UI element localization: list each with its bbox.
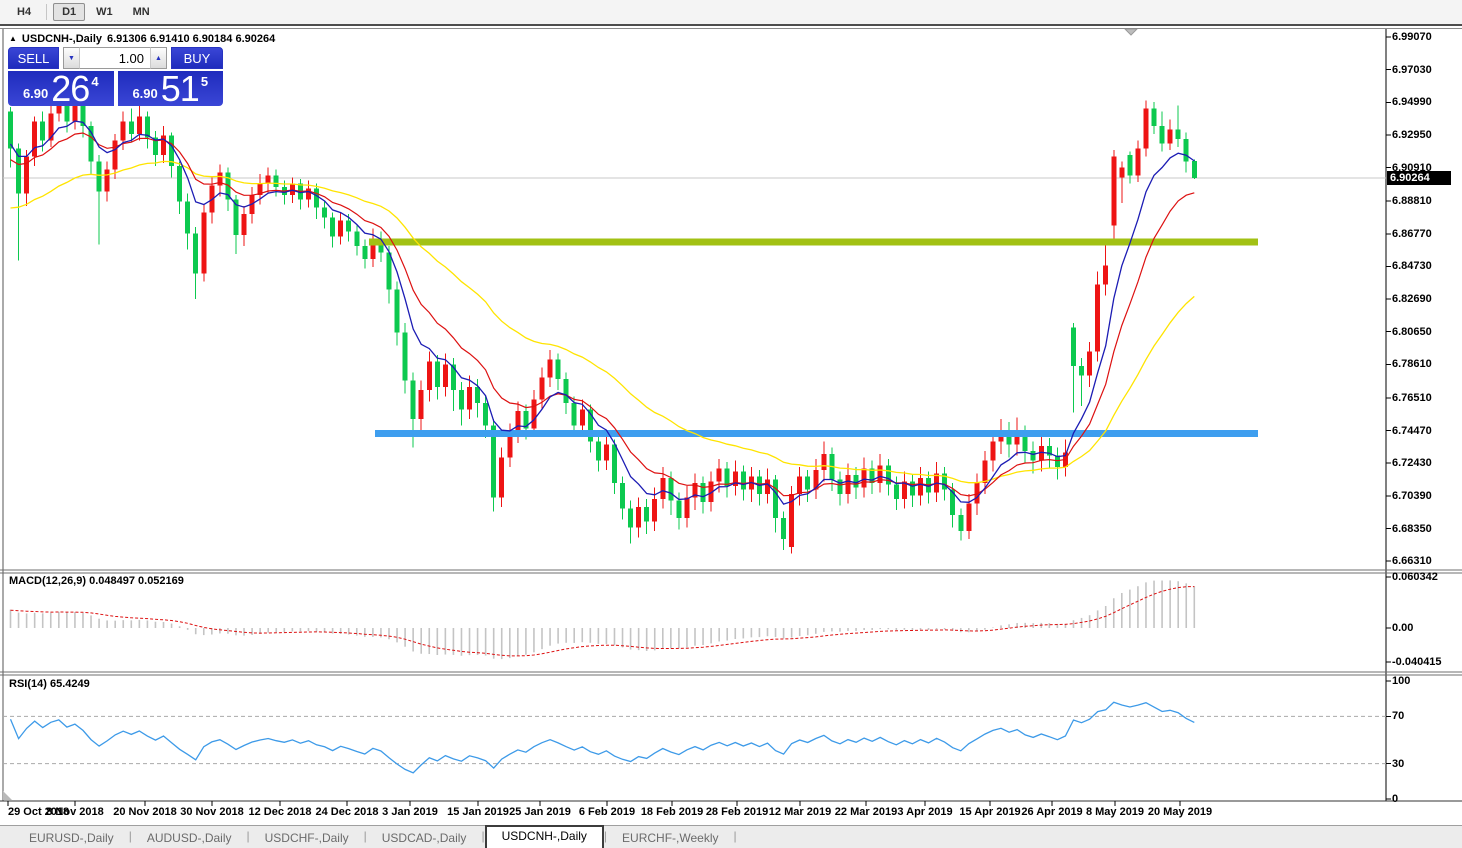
date-axis-label: 24 Dec 2018 bbox=[315, 806, 379, 818]
price-axis-label: 6.99070 bbox=[1392, 31, 1432, 43]
chart-tab-eurchf[interactable]: EURCHF-,Weekly bbox=[607, 828, 733, 848]
chart-tabs-bar: EURUSD-,Daily | AUDUSD-,Daily | USDCHF-,Dail… bbox=[0, 825, 1462, 848]
current-price-tag: 6.90264 bbox=[1387, 171, 1451, 185]
one-click-trading-panel: SELL ▼ ▲ BUY 6.90 26 4 6.90 51 5 bbox=[8, 47, 223, 109]
lot-decrease-button[interactable]: ▼ bbox=[63, 47, 79, 69]
chart-tab-audusd[interactable]: AUDUSD-,Daily bbox=[132, 828, 247, 848]
chart-tab-usdcad[interactable]: USDCAD-,Daily bbox=[367, 828, 482, 848]
price-axis-label: 6.94990 bbox=[1392, 96, 1432, 109]
price-axis-label: 6.70390 bbox=[1392, 489, 1432, 502]
macd-axis-label: -0.040415 bbox=[1392, 656, 1442, 669]
timeframe-button-h4[interactable]: H4 bbox=[8, 3, 40, 21]
date-axis-label: 25 Jan 2019 bbox=[509, 806, 571, 818]
macd-indicator bbox=[9, 580, 1196, 660]
toolbar-divider bbox=[46, 4, 48, 20]
macd-axis-label: 0.060342 bbox=[1392, 571, 1438, 583]
hline-resistance[interactable] bbox=[369, 238, 1258, 246]
ask-price-pip: 5 bbox=[200, 74, 209, 89]
chart-title: ▲ USDCNH-,Daily 6.91306 6.91410 6.90184 … bbox=[9, 33, 275, 45]
bid-price-big: 26 bbox=[51, 68, 90, 109]
buy-button[interactable]: BUY bbox=[171, 47, 223, 69]
bid-price-pip: 4 bbox=[91, 74, 99, 89]
date-axis-label: 26 Apr 2019 bbox=[1021, 806, 1083, 818]
price-axis-label: 6.78610 bbox=[1392, 358, 1432, 371]
date-axis-label: 8 Nov 2018 bbox=[46, 806, 104, 818]
price-axis-label: 6.80650 bbox=[1392, 325, 1432, 338]
axis-ticks bbox=[7, 36, 1391, 806]
sell-button[interactable]: SELL bbox=[8, 47, 59, 69]
mt4-platform: { "toolbar": { "timeframes": [ {"label":… bbox=[0, 0, 1462, 848]
subwindow-resize-grip-icon[interactable] bbox=[3, 791, 12, 800]
date-axis-label: 3 Jan 2019 bbox=[382, 806, 438, 818]
rsi-axis-label: 0 bbox=[1392, 793, 1399, 805]
chart-canvas bbox=[0, 28, 1462, 806]
chart-symbol-label: USDCNH-,Daily bbox=[21, 33, 102, 45]
date-axis-label: 3 Apr 2019 bbox=[897, 806, 953, 818]
toolbar-separator bbox=[0, 24, 1462, 29]
timeframe-button-d1[interactable]: D1 bbox=[53, 3, 86, 21]
rsi-indicator bbox=[3, 701, 1386, 774]
lot-size-input[interactable] bbox=[79, 47, 151, 69]
ask-price-prefix: 6.90 bbox=[132, 86, 158, 101]
panel-borders bbox=[0, 29, 1462, 802]
date-axis-label: 30 Nov 2018 bbox=[180, 806, 244, 818]
date-axis-label: 20 Nov 2018 bbox=[113, 806, 177, 818]
rsi-axis-label: 70 bbox=[1392, 710, 1405, 723]
price-axis-label: 6.76510 bbox=[1392, 391, 1432, 404]
date-axis-label: 28 Feb 2019 bbox=[705, 806, 769, 818]
date-axis-label: 6 Feb 2019 bbox=[578, 806, 636, 818]
date-axis-label: 8 May 2019 bbox=[1085, 806, 1145, 818]
bid-price-box[interactable]: 6.90 26 4 bbox=[8, 68, 114, 109]
price-axis-label: 6.97030 bbox=[1392, 63, 1432, 76]
chart-tab-usdchf[interactable]: USDCHF-,Daily bbox=[250, 828, 364, 848]
price-axis-label: 6.72430 bbox=[1392, 457, 1432, 470]
chart-ohlc-values: 6.91306 6.91410 6.90184 6.90264 bbox=[107, 33, 276, 45]
chart-tab-usdcnh[interactable]: USDCNH-,Daily bbox=[484, 825, 604, 848]
date-axis-label: 15 Apr 2019 bbox=[959, 806, 1021, 818]
date-axis-label: 12 Dec 2018 bbox=[248, 806, 312, 818]
collapse-panel-icon[interactable]: ▲ bbox=[9, 34, 17, 44]
rsi-label: RSI(14) 65.4249 bbox=[9, 678, 90, 690]
date-axis-label: 20 May 2019 bbox=[1147, 806, 1213, 818]
date-axis-label: 18 Feb 2019 bbox=[640, 806, 704, 818]
price-axis-label: 6.74470 bbox=[1392, 424, 1432, 437]
date-axis-label: 22 Mar 2019 bbox=[834, 806, 898, 818]
bid-price-prefix: 6.90 bbox=[22, 86, 49, 101]
date-axis-label: 15 Jan 2019 bbox=[447, 806, 509, 818]
chart-tab-eurusd[interactable]: EURUSD-,Daily bbox=[14, 828, 129, 848]
price-axis-label: 6.84730 bbox=[1392, 260, 1432, 273]
chart-shift-marker-icon[interactable] bbox=[1123, 28, 1139, 36]
price-axis-label: 6.82690 bbox=[1392, 293, 1432, 306]
timeframe-toolbar: H4 D1 W1 MN bbox=[0, 0, 1462, 24]
macd-label: MACD(12,26,9) 0.048497 0.052169 bbox=[9, 575, 184, 587]
horizontal-line-objects[interactable] bbox=[369, 238, 1258, 437]
price-axis-label: 6.66310 bbox=[1392, 555, 1432, 568]
tab-divider: | bbox=[733, 829, 737, 843]
rsi-axis-label: 30 bbox=[1392, 757, 1405, 770]
rsi-axis-label: 100 bbox=[1392, 675, 1411, 687]
ask-price-big: 51 bbox=[160, 68, 200, 109]
timeframe-button-mn[interactable]: MN bbox=[124, 3, 159, 21]
price-axis-label: 6.92950 bbox=[1392, 128, 1432, 141]
macd-axis-label: 0.00 bbox=[1392, 622, 1414, 634]
price-axis-label: 6.86770 bbox=[1392, 227, 1432, 240]
price-axis-label: 6.88810 bbox=[1392, 195, 1432, 208]
ask-price-box[interactable]: 6.90 51 5 bbox=[117, 68, 223, 109]
date-axis-label: 12 Mar 2019 bbox=[768, 806, 832, 818]
timeframe-button-w1[interactable]: W1 bbox=[87, 3, 122, 21]
price-axis-label: 6.68350 bbox=[1392, 522, 1432, 535]
lot-increase-button[interactable]: ▲ bbox=[151, 47, 167, 69]
